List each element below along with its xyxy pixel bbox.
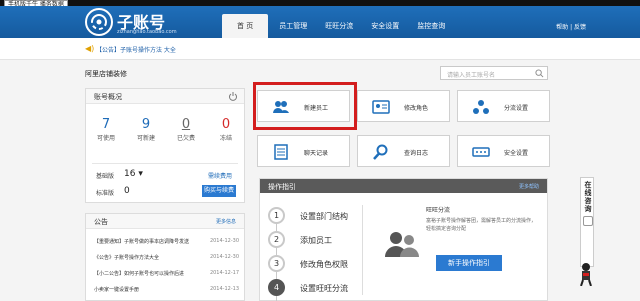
notice-link[interactable]: 【公告】子账号操作方法 大全 bbox=[96, 45, 176, 54]
stat-frozen[interactable]: 0 bbox=[206, 117, 246, 132]
stat-creatable[interactable]: 9 bbox=[126, 117, 166, 132]
tile-label: 分流设置 bbox=[504, 105, 529, 112]
guide-desc: 富裕子账号操作解答团，需解答员工的分流操作，轻松搞定咨询分配 bbox=[426, 218, 537, 232]
brand-subtitle: zizhanghao.taobao.com bbox=[117, 29, 177, 35]
more-help-link[interactable]: 更多帮助 bbox=[519, 183, 539, 190]
renew-link[interactable]: 需续费用 bbox=[208, 171, 232, 180]
logo-icon bbox=[85, 8, 113, 36]
stat-available[interactable]: 7 bbox=[86, 117, 126, 132]
nav-home[interactable]: 首 页 bbox=[222, 14, 269, 38]
step-item[interactable]: 3 修改角色权限 bbox=[268, 255, 358, 277]
edit-role-icon bbox=[372, 100, 390, 114]
standard-value: 0 bbox=[124, 186, 130, 196]
query-log-icon bbox=[373, 144, 388, 160]
power-icon[interactable] bbox=[228, 91, 238, 101]
guide-desc-title: 旺旺分流 bbox=[426, 207, 451, 214]
help-feedback-links[interactable]: 帮助 | 反馈 bbox=[556, 22, 586, 31]
nav-employee[interactable]: 员工管理 bbox=[270, 14, 316, 38]
tile-label: 修改角色 bbox=[404, 105, 429, 112]
stat-overdue[interactable]: 0 bbox=[166, 117, 206, 132]
panel-title: 公告 bbox=[94, 218, 108, 226]
users-icon bbox=[385, 232, 419, 257]
announcement-item[interactable]: 【重要通知】子账号做的事本店调降号发送 2014-12-30 bbox=[94, 238, 239, 248]
announcement-item[interactable]: 【小二公告】如何子账号也可以操作后进 2014-12-17 bbox=[94, 270, 239, 280]
search-placeholder: 请输入员工账号名 bbox=[447, 72, 496, 79]
header: 子账号 zizhanghao.taobao.com 首 页 员工管理 旺旺分流 … bbox=[0, 6, 640, 38]
tile-label: 查询日志 bbox=[404, 150, 429, 157]
float-label: 在线咨询 bbox=[584, 181, 592, 213]
basic-label: 基础版 bbox=[96, 173, 115, 180]
tile-query-log[interactable]: 查询日志 bbox=[357, 135, 450, 167]
add-employee-icon bbox=[273, 101, 289, 113]
chat-icon bbox=[583, 216, 593, 226]
stat-label: 已欠费 bbox=[176, 135, 195, 142]
buy-renew-button[interactable]: 购买与续费 bbox=[202, 185, 236, 197]
chat-log-icon bbox=[274, 144, 288, 160]
tile-label: 聊天记录 bbox=[304, 150, 329, 157]
tile-distribution[interactable]: 分流设置 bbox=[457, 90, 550, 122]
announcement-item[interactable]: 小卖家一键设置手册 2014-12-13 bbox=[94, 286, 239, 296]
panel-title: 账号概况 bbox=[94, 93, 122, 101]
announcement-panel: 公告 更多信息 【重要通知】子账号做的事本店调降号发送 2014-12-30 《公告… bbox=[85, 213, 245, 301]
distribution-icon bbox=[473, 100, 489, 114]
basic-select[interactable]: 16 ▾ bbox=[124, 169, 143, 179]
stat-label: 冻结 bbox=[219, 135, 232, 142]
account-overview-panel: 账号概况 7 可使用 9 可新建 0 已欠费 0 冻结 基础版 16 ▾ 需续费用 标准… bbox=[85, 88, 245, 203]
beginner-guide-button[interactable]: 新手操作指引 bbox=[436, 255, 502, 271]
stat-label: 可使用 bbox=[96, 135, 115, 142]
nav-wangwang[interactable]: 旺旺分流 bbox=[316, 14, 362, 38]
standard-label: 标准版 bbox=[96, 190, 115, 197]
tile-label: 安全设置 bbox=[504, 150, 529, 157]
store-title: 阿里店铺装修 bbox=[85, 70, 127, 78]
step-item[interactable]: 2 添加员工 bbox=[268, 231, 358, 253]
search-icon[interactable] bbox=[535, 69, 544, 78]
divider bbox=[92, 163, 238, 164]
online-consult-float[interactable]: 在线咨询 bbox=[580, 177, 594, 267]
announcement-item[interactable]: 《公告》子账号操作方法大全 2014-12-30 bbox=[94, 254, 239, 264]
tile-security[interactable]: 安全设置 bbox=[457, 135, 550, 167]
tile-add-employee[interactable]: 新建员工 bbox=[257, 90, 350, 122]
nav-monitor[interactable]: 监控查询 bbox=[408, 14, 454, 38]
speaker-icon: ◀) bbox=[85, 44, 95, 53]
step-item-current[interactable]: 4 设置旺旺分流 bbox=[268, 279, 358, 301]
divider bbox=[362, 205, 363, 295]
mascot-icon bbox=[580, 263, 592, 286]
guide-panel: 操作指引 更多帮助 1 设置部门结构 2 添加员工 3 修改角色权限 4 设置旺旺分流 旺… bbox=[259, 178, 548, 301]
tile-edit-role[interactable]: 修改角色 bbox=[357, 90, 450, 122]
nav-security[interactable]: 安全设置 bbox=[362, 14, 408, 38]
stat-label: 可新建 bbox=[136, 135, 155, 142]
panel-title: 操作指引 bbox=[268, 183, 296, 191]
tile-label: 新建员工 bbox=[304, 105, 329, 112]
step-item[interactable]: 1 设置部门结构 bbox=[268, 207, 358, 229]
search-input[interactable]: 请输入员工账号名 bbox=[440, 66, 548, 80]
more-link[interactable]: 更多信息 bbox=[216, 218, 236, 225]
security-icon bbox=[472, 147, 490, 157]
main-nav: 首 页 员工管理 旺旺分流 安全设置 监控查询 bbox=[222, 14, 454, 38]
notice-bar: ◀) 【公告】子账号操作方法 大全 bbox=[0, 38, 640, 60]
tile-chat-log[interactable]: 聊天记录 bbox=[257, 135, 350, 167]
